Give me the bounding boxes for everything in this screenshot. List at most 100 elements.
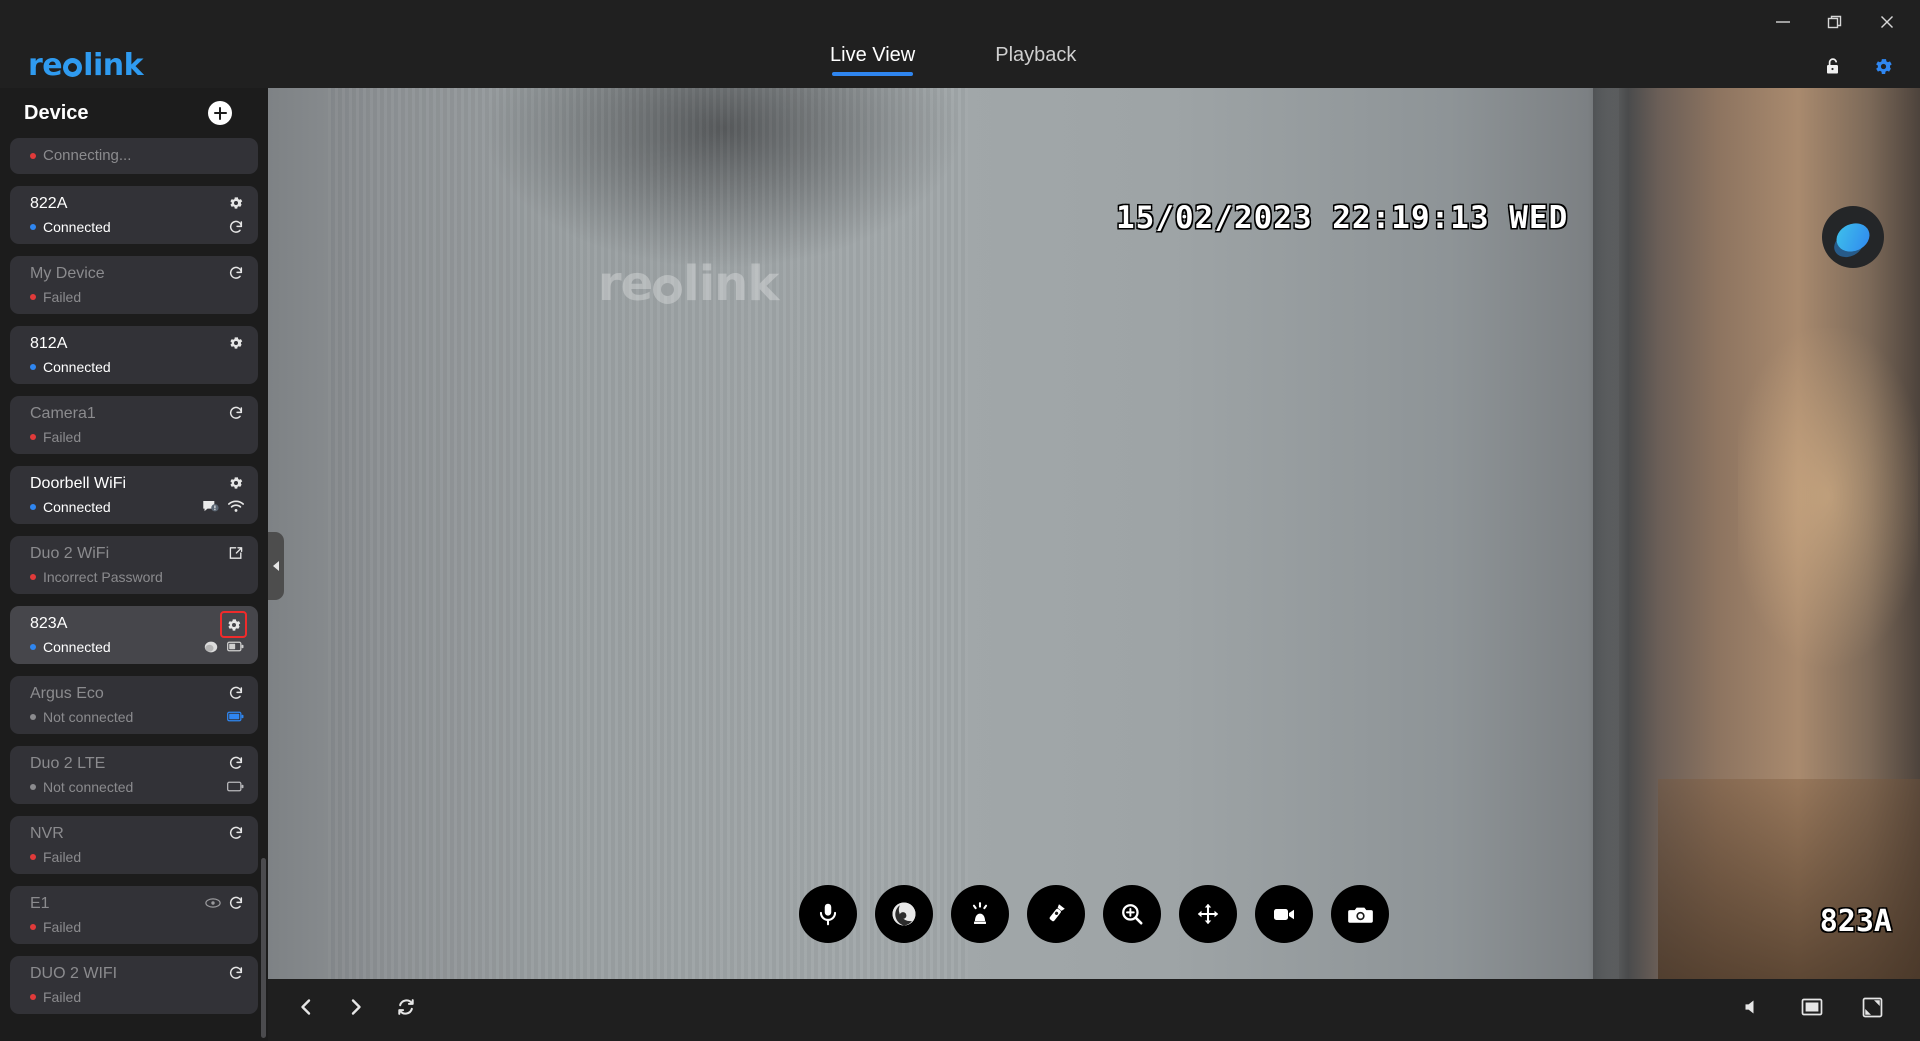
message-alert-icon[interactable] [202, 498, 219, 515]
fullscreen-icon [1862, 997, 1882, 1017]
device-row-823a[interactable]: 823A Connected [10, 606, 258, 664]
watermark-o-icon [653, 275, 683, 304]
refresh-icon[interactable] [227, 894, 244, 911]
magnifier-icon [1122, 904, 1143, 925]
device-row-duo-2-wifi-caps[interactable]: DUO 2 WIFI Failed [10, 956, 258, 1014]
siren-icon [972, 902, 988, 924]
lens-icon[interactable] [202, 638, 219, 655]
edit-icon[interactable] [227, 544, 244, 561]
device-actions [227, 824, 244, 841]
close-icon[interactable] [1876, 11, 1898, 33]
fullscreen-button[interactable] [1860, 995, 1884, 1019]
gear-icon[interactable] [1872, 55, 1894, 77]
logo-text-post: link [83, 48, 144, 83]
device-row-connecting[interactable]: Connecting... [10, 138, 258, 174]
sidebar-header: Device [0, 88, 268, 140]
refresh-icon[interactable] [227, 964, 244, 981]
device-name: Duo 2 LTE [30, 755, 106, 772]
record-button[interactable] [1255, 885, 1313, 943]
microphone-button[interactable] [799, 885, 857, 943]
bottom-bar-left [294, 995, 418, 1019]
refresh-button[interactable] [394, 995, 418, 1019]
gear-icon[interactable] [227, 474, 244, 491]
device-name: E1 [30, 895, 50, 912]
audio-button[interactable] [875, 885, 933, 943]
battery-blue-icon[interactable] [227, 708, 244, 725]
gear-icon[interactable] [227, 334, 244, 351]
sidebar-collapse-button[interactable] [268, 532, 284, 600]
device-row-nvr[interactable]: NVR Failed [10, 816, 258, 874]
device-status: Connecting... [30, 147, 131, 164]
tab-live-view[interactable]: Live View [830, 44, 915, 76]
device-name: 822A [30, 195, 68, 212]
device-row-camera1[interactable]: Camera1 Failed [10, 396, 258, 454]
ptz-button[interactable] [1179, 885, 1237, 943]
volume-icon [1745, 1000, 1754, 1014]
restore-icon[interactable] [1824, 11, 1846, 33]
sidebar: Device Connecting... 822A Connected My D… [0, 88, 268, 1041]
tab-playback[interactable]: Playback [995, 44, 1076, 76]
battery-icon[interactable] [227, 638, 244, 655]
device-status: Failed [30, 849, 81, 865]
sidebar-scrollbar[interactable] [261, 858, 266, 1038]
gear-icon[interactable] [227, 194, 244, 211]
device-actions [204, 894, 244, 911]
chevron-left-icon [301, 999, 311, 1015]
device-row-822a[interactable]: 822A Connected [10, 186, 258, 244]
device-name: DUO 2 WIFI [30, 965, 118, 982]
device-row-duo-2-lte[interactable]: Duo 2 LTE Not connected [10, 746, 258, 804]
minimize-icon[interactable] [1772, 11, 1794, 33]
device-row-my-device[interactable]: My Device Failed [10, 256, 258, 314]
flashlight-icon [1049, 904, 1065, 922]
status-dot-icon [30, 224, 36, 230]
battery-empty-icon[interactable] [227, 778, 244, 795]
device-row-duo-2-wifi[interactable]: Duo 2 WiFi Incorrect Password [10, 536, 258, 594]
device-row-argus-eco[interactable]: Argus Eco Not connected [10, 676, 258, 734]
gear-icon[interactable] [225, 616, 242, 633]
device-row-e1[interactable]: E1 Failed [10, 886, 258, 944]
refresh-icon[interactable] [227, 824, 244, 841]
device-name: Duo 2 WiFi [30, 545, 110, 562]
device-list[interactable]: Connecting... 822A Connected My Device F… [0, 138, 268, 1041]
device-status: Failed [30, 989, 81, 1005]
video-panel[interactable]: re link 15/02/2023 22:19:13 WED 823A [268, 88, 1920, 979]
device-status: Failed [30, 289, 81, 305]
microphone-icon [819, 903, 837, 926]
device-row-doorbell-wifi[interactable]: Doorbell WiFi Connected [10, 466, 258, 524]
device-row-812a[interactable]: 812A Connected [10, 326, 258, 384]
refresh-icon[interactable] [227, 264, 244, 281]
device-status: Failed [30, 429, 81, 445]
device-status: Not connected [30, 709, 133, 725]
previous-button[interactable] [294, 995, 318, 1019]
settings-highlight-box [220, 611, 247, 638]
wifi-icon[interactable] [227, 498, 244, 515]
device-actions [227, 194, 244, 211]
refresh-icon[interactable] [227, 218, 244, 235]
device-name: Camera1 [30, 405, 96, 422]
status-dot-icon [30, 434, 36, 440]
refresh-icon[interactable] [227, 754, 244, 771]
volume-button[interactable] [1740, 995, 1764, 1019]
next-button[interactable] [344, 995, 368, 1019]
move-arrows-icon [1197, 903, 1219, 925]
lens-badge-icon[interactable] [1822, 206, 1884, 268]
device-status: Connected [30, 639, 111, 655]
sidebar-title: Device [24, 102, 89, 124]
spotlight-button[interactable] [1027, 885, 1085, 943]
refresh-icon[interactable] [227, 684, 244, 701]
add-device-button[interactable] [208, 101, 232, 125]
zoom-button[interactable] [1103, 885, 1161, 943]
device-actions [227, 544, 244, 561]
snapshot-button[interactable] [1331, 885, 1389, 943]
status-dot-icon [30, 854, 36, 860]
video-door-light [1738, 328, 1918, 748]
refresh-icon[interactable] [227, 404, 244, 421]
eye-icon[interactable] [204, 894, 221, 911]
layout-button[interactable] [1800, 995, 1824, 1019]
photo-camera-icon [1347, 907, 1373, 923]
title-bar: re link Live View Playback [0, 0, 1920, 88]
device-actions-secondary [202, 498, 244, 515]
status-dot-icon [30, 714, 36, 720]
siren-button[interactable] [951, 885, 1009, 943]
unlock-icon[interactable] [1822, 55, 1844, 77]
